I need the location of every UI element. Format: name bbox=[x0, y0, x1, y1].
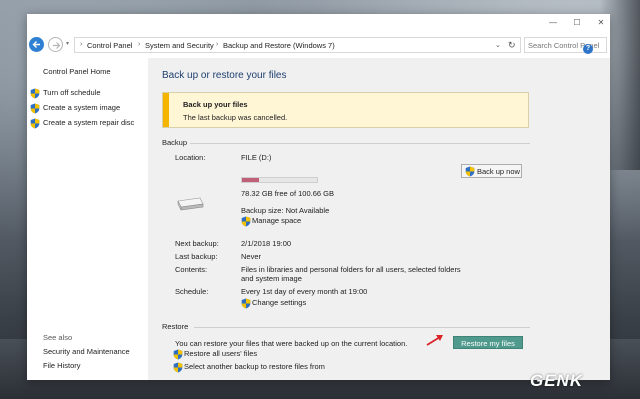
main-content: Back up or restore your files Back up yo… bbox=[148, 58, 610, 380]
restore-my-files-label: Restore my files bbox=[461, 339, 515, 348]
recent-locations-chevron-icon[interactable]: ▾ bbox=[66, 40, 69, 47]
genk-logo: GENK bbox=[530, 371, 584, 390]
red-arrow-icon bbox=[426, 335, 443, 346]
breadcrumb-separator-icon: › bbox=[138, 41, 141, 48]
sidebar: Control Panel Home Turn off schedule Cre… bbox=[27, 58, 148, 380]
file-history-link[interactable]: File History bbox=[43, 361, 81, 370]
breadcrumb-control-panel[interactable]: Control Panel bbox=[87, 41, 132, 50]
minimize-button[interactable]: — bbox=[548, 18, 558, 28]
last-backup-label: Last backup: bbox=[175, 252, 218, 261]
schedule-label: Schedule: bbox=[175, 287, 209, 296]
restore-all-users-label: Restore all users' files bbox=[184, 349, 258, 358]
back-up-now-button[interactable]: Back up now bbox=[461, 164, 522, 178]
last-backup-value: Never bbox=[241, 252, 262, 261]
back-up-now-label: Back up now bbox=[477, 167, 520, 176]
control-panel-home-link[interactable]: Control Panel Home bbox=[43, 67, 111, 76]
arrow-left-icon bbox=[32, 41, 40, 48]
disk-usage-fill bbox=[242, 178, 259, 182]
page-title: Back up or restore your files bbox=[162, 70, 287, 81]
contents-value-line1: Files in libraries and personal folders … bbox=[241, 265, 461, 274]
help-icon[interactable]: ? bbox=[583, 44, 593, 54]
shield-icon bbox=[465, 166, 475, 177]
breadcrumb-system-and-security[interactable]: System and Security bbox=[145, 41, 214, 50]
change-settings-label: Change settings bbox=[252, 298, 307, 307]
next-backup-label: Next backup: bbox=[175, 239, 219, 248]
sidebar-item-label: Turn off schedule bbox=[43, 88, 101, 97]
forward-button[interactable] bbox=[48, 37, 63, 52]
schedule-value: Every 1st day of every month at 19:00 bbox=[241, 287, 368, 296]
alert-title: Back up your files bbox=[183, 100, 248, 109]
sidebar-item-label: Create a system image bbox=[43, 103, 121, 112]
address-bar: ▾ › Control Panel › System and Security … bbox=[27, 34, 610, 56]
shield-icon bbox=[241, 298, 251, 309]
breadcrumb[interactable]: › Control Panel › System and Security › … bbox=[74, 37, 521, 53]
restore-description: You can restore your files that were bac… bbox=[175, 339, 408, 348]
close-button[interactable]: ✕ bbox=[596, 18, 606, 28]
sidebar-item-label: Create a system repair disc bbox=[43, 118, 135, 127]
hard-drive-icon bbox=[177, 197, 204, 211]
refresh-icon[interactable]: ↻ bbox=[508, 40, 516, 51]
breadcrumb-separator-icon: › bbox=[216, 41, 219, 48]
shield-icon bbox=[30, 88, 40, 99]
restore-my-files-button[interactable]: Restore my files bbox=[453, 336, 523, 349]
shield-icon bbox=[241, 216, 251, 227]
location-value: FILE (D:) bbox=[241, 153, 272, 162]
contents-value-line2: and system image bbox=[241, 274, 302, 283]
free-space-text: 78.32 GB free of 100.66 GB bbox=[241, 189, 334, 198]
contents-label: Contents: bbox=[175, 265, 208, 274]
security-and-maintenance-link[interactable]: Security and Maintenance bbox=[43, 347, 130, 356]
shield-icon bbox=[30, 118, 40, 129]
section-divider bbox=[190, 143, 530, 144]
backup-alert: Back up your files The last backup was c… bbox=[162, 92, 529, 128]
arrow-right-icon bbox=[53, 42, 61, 49]
section-divider bbox=[194, 327, 530, 328]
location-label: Location: bbox=[175, 153, 206, 162]
address-dropdown-icon[interactable]: ⌄ bbox=[495, 41, 501, 49]
restore-section-label: Restore bbox=[162, 322, 189, 331]
alert-accent-bar bbox=[163, 93, 169, 127]
breadcrumb-backup-and-restore[interactable]: Backup and Restore (Windows 7) bbox=[223, 41, 335, 50]
control-panel-window: — ☐ ✕ ▾ › Control Panel › System and Sec… bbox=[27, 14, 610, 380]
search-box[interactable] bbox=[524, 37, 607, 53]
breadcrumb-separator-icon: › bbox=[80, 41, 83, 48]
next-backup-value: 2/1/2018 19:00 bbox=[241, 239, 292, 248]
shield-icon bbox=[30, 103, 40, 114]
backup-size-text: Backup size: Not Available bbox=[241, 206, 330, 215]
back-button[interactable] bbox=[29, 37, 44, 52]
select-another-backup-label: Select another backup to restore files f… bbox=[184, 362, 325, 371]
shield-icon bbox=[173, 362, 183, 373]
manage-space-label: Manage space bbox=[252, 216, 302, 225]
maximize-button[interactable]: ☐ bbox=[572, 18, 582, 28]
title-bar: — ☐ ✕ bbox=[27, 14, 610, 32]
disk-usage-bar bbox=[241, 177, 318, 183]
alert-message: The last backup was cancelled. bbox=[183, 113, 288, 122]
shield-icon bbox=[173, 349, 183, 360]
see-also-heading: See also bbox=[43, 333, 73, 342]
backup-section-label: Backup bbox=[162, 138, 188, 147]
